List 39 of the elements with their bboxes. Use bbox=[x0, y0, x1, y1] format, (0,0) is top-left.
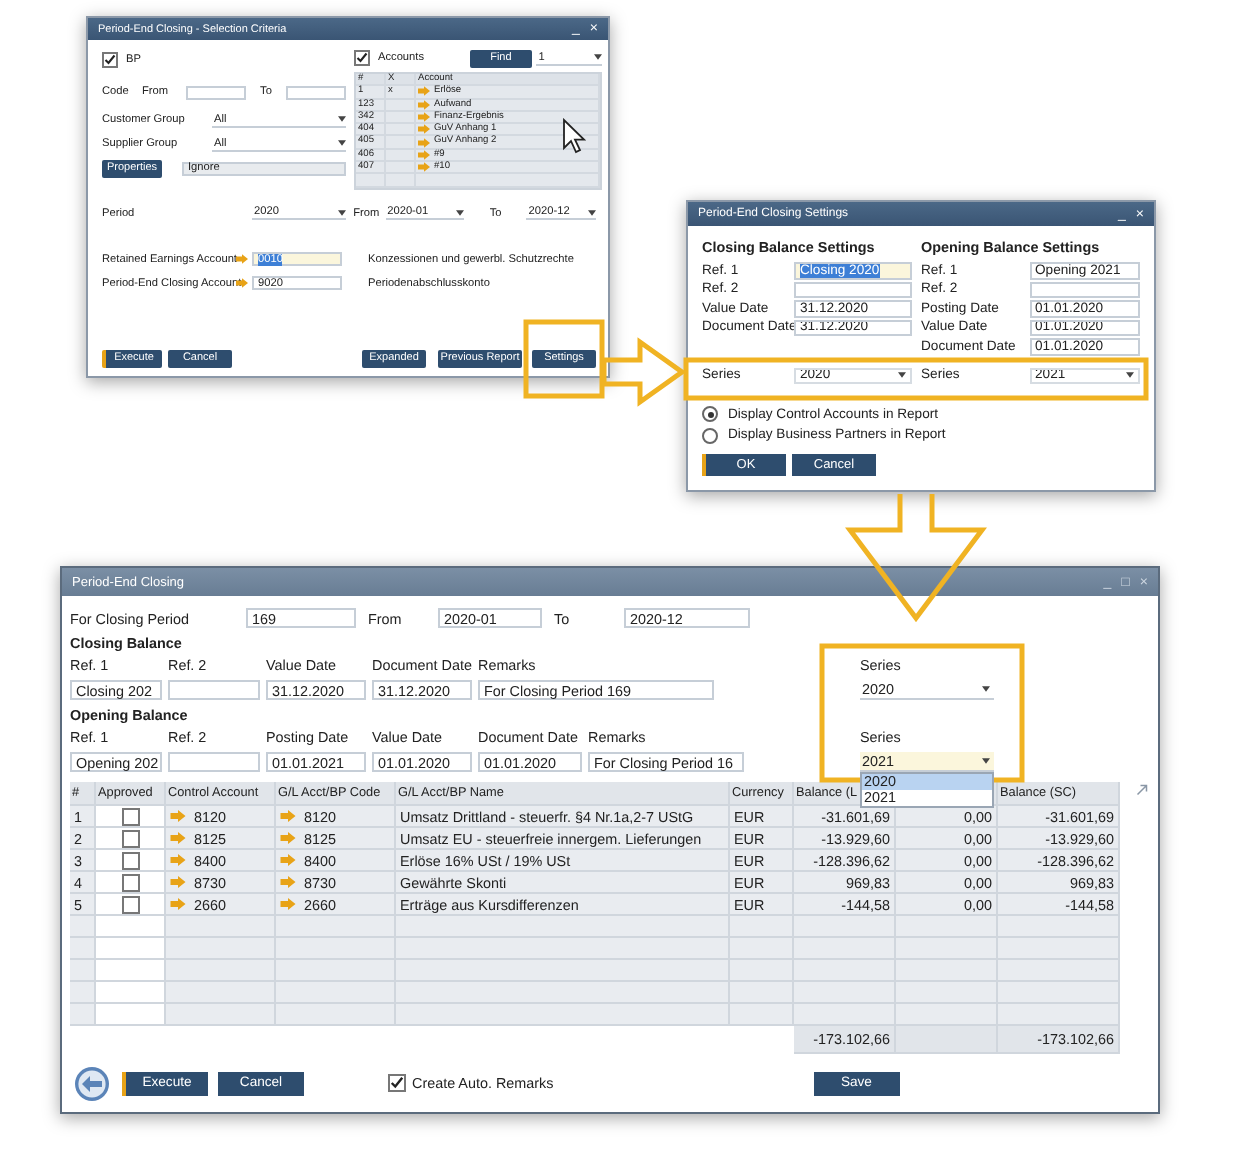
table-cell bbox=[96, 960, 166, 982]
table-cell bbox=[166, 1004, 276, 1026]
caret-icon bbox=[588, 209, 596, 216]
input-field[interactable] bbox=[794, 281, 912, 298]
caret-icon bbox=[593, 54, 602, 60]
input-field[interactable] bbox=[186, 85, 246, 99]
table-cell bbox=[96, 1004, 166, 1026]
checkbox[interactable] bbox=[354, 50, 370, 66]
cursor-icon bbox=[562, 118, 586, 154]
expand-icon[interactable] bbox=[1136, 784, 1148, 796]
input-field[interactable] bbox=[286, 85, 346, 99]
checkbox[interactable] bbox=[388, 1074, 406, 1092]
table-cell bbox=[96, 938, 166, 960]
input-field[interactable] bbox=[168, 752, 260, 772]
caret-icon bbox=[982, 758, 990, 764]
link-arrow-icon bbox=[236, 254, 248, 265]
checkbox[interactable] bbox=[102, 52, 118, 68]
caret-icon bbox=[1126, 372, 1134, 379]
right-arrow bbox=[601, 337, 687, 407]
table-cell bbox=[730, 1004, 794, 1026]
radio-button[interactable] bbox=[702, 406, 718, 423]
caret-icon bbox=[337, 209, 346, 216]
caret-icon bbox=[897, 372, 906, 379]
table-cell bbox=[276, 1004, 396, 1026]
back-icon[interactable] bbox=[74, 1065, 110, 1101]
table-cell bbox=[96, 982, 166, 1004]
input-field[interactable] bbox=[168, 680, 260, 700]
radio-button[interactable] bbox=[702, 427, 718, 444]
checkbox[interactable] bbox=[121, 807, 139, 825]
caret-icon bbox=[982, 686, 990, 692]
input-field[interactable] bbox=[1029, 281, 1140, 298]
checkbox[interactable] bbox=[121, 829, 139, 847]
checkbox[interactable] bbox=[121, 851, 139, 869]
caret-icon bbox=[338, 140, 346, 146]
checkbox[interactable] bbox=[121, 873, 139, 891]
caret-icon bbox=[456, 209, 465, 216]
highlight-frame bbox=[523, 319, 605, 399]
checkbox[interactable] bbox=[121, 895, 139, 913]
caret-icon bbox=[338, 116, 346, 122]
